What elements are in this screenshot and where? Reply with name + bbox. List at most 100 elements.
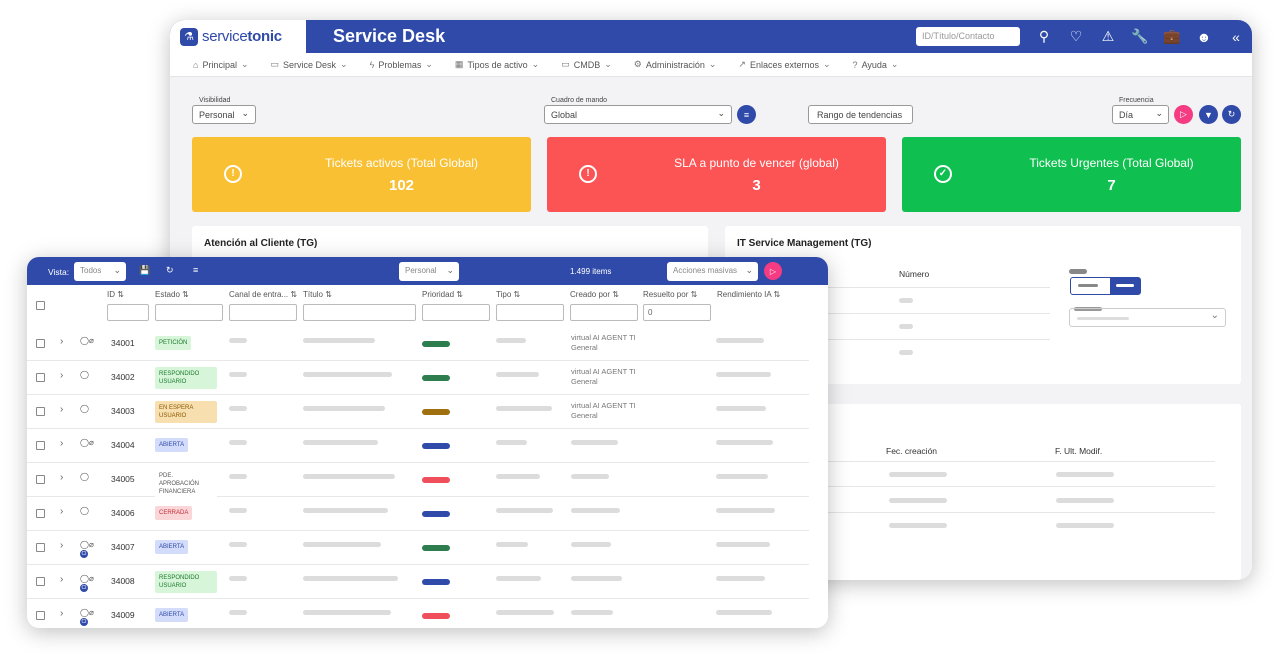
table-row[interactable]: › ◯⌀ CI 34007 ABIERTA — [27, 531, 809, 565]
trend-range-field[interactable]: Rango de tendencias — [808, 105, 913, 124]
heart-icon[interactable]: ♡ — [1060, 28, 1092, 45]
table-row[interactable]: › ◯⌀ 34004 ABIERTA — [27, 429, 809, 463]
ci-icon[interactable]: CI — [80, 618, 88, 626]
search-icon[interactable]: ⚲ — [1028, 28, 1060, 45]
comment-icon[interactable]: ◯⌀ — [80, 608, 94, 617]
wrench-icon[interactable]: 🔧 — [1124, 28, 1156, 45]
menu-item-2[interactable]: ϟ Problemas ⌄ — [359, 59, 444, 70]
chevron-right-icon[interactable]: › — [60, 506, 63, 517]
personal-select[interactable]: Personal ⌄ — [399, 262, 459, 281]
visibility-select[interactable]: Visibilidad Personal ⌄ — [192, 97, 256, 124]
ci-icon[interactable]: CI — [80, 550, 88, 558]
column-filter-input[interactable] — [303, 304, 416, 321]
menu-item-5[interactable]: ⚙ Administración ⌄ — [623, 59, 728, 70]
menu-item-3[interactable]: ▦ Tipos de activo ⌄ — [444, 59, 550, 70]
save-icon[interactable]: 💾 — [139, 265, 150, 276]
ticket-id[interactable]: 34002 — [111, 372, 135, 382]
table-row[interactable]: › ◯ 34002 RESPONDIDO USUARIO virtual AI AGEN… — [27, 361, 809, 395]
column-header-5[interactable]: Tipo ⇅ — [496, 290, 520, 299]
column-filter-input[interactable] — [422, 304, 490, 321]
menu-item-1[interactable]: ▭ Service Desk ⌄ — [260, 59, 359, 70]
ticket-id[interactable]: 34001 — [111, 338, 135, 348]
column-filter-input[interactable] — [496, 304, 564, 321]
table-row[interactable]: › ◯ 34005 PDE. APROBACIÓN FINANCIERA — [27, 463, 809, 499]
row-checkbox[interactable] — [36, 577, 45, 586]
table-row[interactable]: › ◯ 34006 CERRADA — [27, 497, 809, 531]
toggle-option[interactable] — [1078, 284, 1098, 287]
kpi-card-sla[interactable]: ! SLA a punto de vencer (global) 3 — [547, 137, 886, 212]
refresh-icon[interactable]: ↻ — [1222, 105, 1241, 124]
comment-icon[interactable]: ◯⌀ — [80, 336, 94, 345]
chevron-right-icon[interactable]: › — [60, 438, 63, 449]
view-select[interactable]: Todos ⌄ — [74, 262, 126, 281]
sliders-icon[interactable]: ≡ — [737, 105, 756, 124]
comment-icon[interactable]: ◯ — [80, 404, 89, 413]
frequency-select[interactable]: Frecuencia Día ⌄ — [1112, 97, 1169, 124]
chevron-right-icon[interactable]: › — [60, 370, 63, 381]
user-icon[interactable]: ☻ — [1188, 29, 1220, 45]
menu-item-4[interactable]: ▭ CMDB ⌄ — [550, 59, 623, 70]
row-checkbox[interactable] — [36, 373, 45, 382]
briefcase-icon[interactable]: 💼 — [1156, 28, 1188, 45]
servicetonic-logo[interactable]: ⚗ servicetonic — [170, 20, 306, 53]
column-header-6[interactable]: Creado por ⇅ — [570, 290, 619, 299]
row-checkbox[interactable] — [36, 407, 45, 416]
ticket-id[interactable]: 34009 — [111, 610, 135, 620]
row-checkbox[interactable] — [36, 509, 45, 518]
chevron-right-icon[interactable]: › — [60, 336, 63, 347]
attachment-icon[interactable]: ⌀ — [89, 574, 94, 583]
comment-icon[interactable]: ◯⌀ — [80, 438, 94, 447]
search-input[interactable]: ID/Título/Contacto — [916, 27, 1020, 46]
ci-icon[interactable]: CI — [80, 584, 88, 592]
ticket-id[interactable]: 34007 — [111, 542, 135, 552]
collapse-icon[interactable]: « — [1220, 29, 1252, 45]
comment-icon[interactable]: ◯⌀ — [80, 540, 94, 549]
kpi-card-urgent[interactable]: ✓ Tickets Urgentes (Total Global) 7 — [902, 137, 1241, 212]
table-row[interactable]: › ◯⌀ CI 34009 ABIERTA — [27, 599, 809, 628]
comment-icon[interactable]: ◯⌀ — [80, 574, 94, 583]
chevron-right-icon[interactable]: › — [60, 608, 63, 619]
column-header-1[interactable]: Estado ⇅ — [155, 290, 189, 299]
bulk-actions-select[interactable]: Acciones masivas ⌄ — [667, 262, 758, 281]
refresh-icon[interactable]: ↻ — [166, 265, 174, 276]
filter-icon[interactable]: ▼ — [1199, 105, 1218, 124]
run-icon[interactable]: ▷ — [764, 262, 782, 280]
menu-item-0[interactable]: ⌂ Principal ⌄ — [182, 59, 260, 70]
table-row[interactable]: › ◯⌀ CI 34008 RESPONDIDO USUARIO — [27, 565, 809, 599]
placeholder-select[interactable]: ⌄ — [1069, 308, 1226, 327]
column-header-3[interactable]: Título ⇅ — [303, 290, 332, 299]
column-filter-input[interactable] — [107, 304, 149, 321]
warning-icon[interactable]: ⚠ — [1092, 28, 1124, 45]
column-filter-input[interactable] — [229, 304, 297, 321]
play-icon[interactable]: ▷ — [1174, 105, 1193, 124]
menu-item-6[interactable]: ↗ Enlaces externos ⌄ — [727, 59, 841, 70]
chevron-right-icon[interactable]: › — [60, 540, 63, 551]
chevron-right-icon[interactable]: › — [60, 574, 63, 585]
attachment-icon[interactable]: ⌀ — [89, 608, 94, 617]
attachment-icon[interactable]: ⌀ — [89, 438, 94, 447]
row-checkbox[interactable] — [36, 441, 45, 450]
row-checkbox[interactable] — [36, 543, 45, 552]
kpi-card-active-tickets[interactable]: ! Tickets activos (Total Global) 102 — [192, 137, 531, 212]
column-header-8[interactable]: Rendimiento IA ⇅ — [717, 290, 780, 299]
column-filter-input[interactable] — [155, 304, 223, 321]
attachment-icon[interactable]: ⌀ — [89, 540, 94, 549]
toggle-option-active[interactable] — [1110, 278, 1140, 294]
row-checkbox[interactable] — [36, 611, 45, 620]
column-header-4[interactable]: Prioridad ⇅ — [422, 290, 463, 299]
row-checkbox[interactable] — [36, 339, 45, 348]
toggle-group[interactable] — [1070, 277, 1141, 295]
column-filter-input[interactable] — [570, 304, 638, 321]
column-header-0[interactable]: ID ⇅ — [107, 290, 124, 299]
select-all-checkbox[interactable] — [36, 301, 45, 310]
row-checkbox[interactable] — [36, 475, 45, 484]
ticket-id[interactable]: 34006 — [111, 508, 135, 518]
chevron-right-icon[interactable]: › — [60, 472, 63, 483]
ticket-id[interactable]: 34004 — [111, 440, 135, 450]
column-filter-input[interactable]: 0 — [643, 304, 711, 321]
ticket-id[interactable]: 34003 — [111, 406, 135, 416]
comment-icon[interactable]: ◯ — [80, 506, 89, 515]
column-header-2[interactable]: Canal de entra... ⇅ — [229, 290, 297, 299]
dashboard-select[interactable]: Cuadro de mando Global ⌄ — [544, 97, 732, 124]
table-row[interactable]: › ◯ 34003 EN ESPERA USUARIO virtual AI AGENT… — [27, 395, 809, 429]
